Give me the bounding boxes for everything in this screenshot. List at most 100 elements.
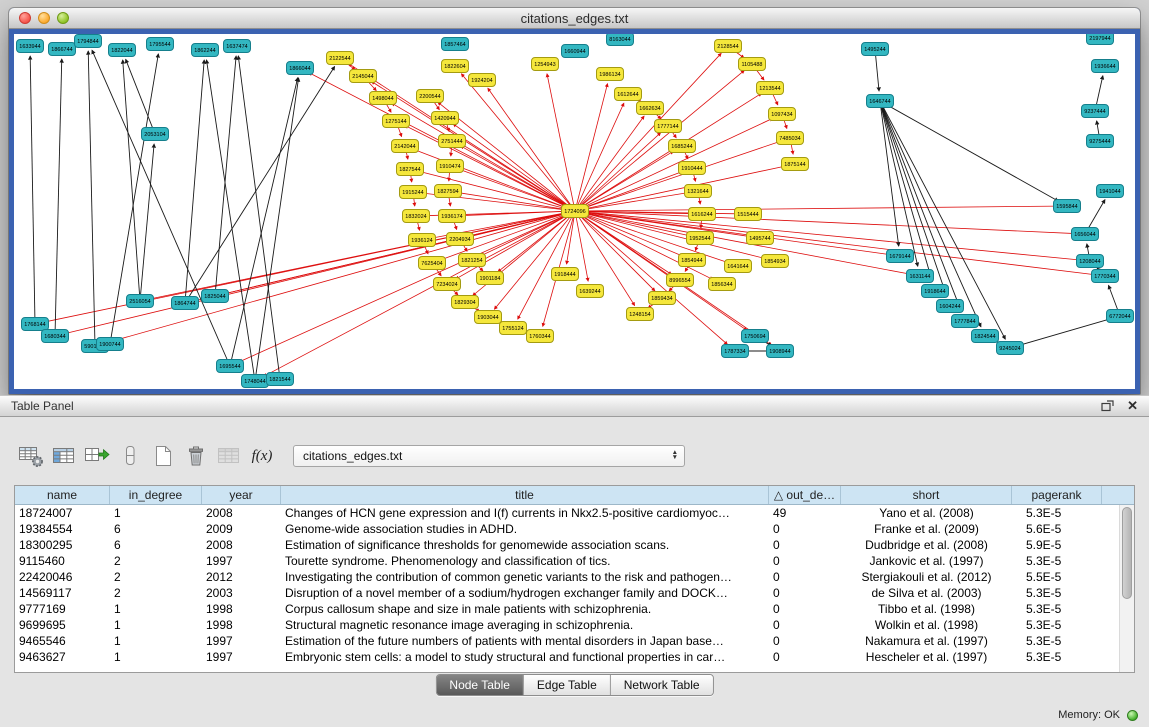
graph-node[interactable]: 1854934 — [762, 255, 789, 268]
graph-node[interactable]: 1680344 — [42, 330, 69, 343]
graph-node[interactable]: 1770344 — [1092, 270, 1119, 283]
graph-node[interactable]: 1795544 — [147, 38, 174, 51]
scrollbar-thumb[interactable] — [1122, 507, 1132, 599]
graph-node[interactable]: 1254943 — [532, 58, 559, 71]
table-row[interactable]: 946554611997Estimation of the future num… — [15, 633, 1134, 649]
table-row[interactable]: 1872400712008Changes of HCN gene express… — [15, 505, 1134, 521]
zoom-window-button[interactable] — [57, 12, 69, 24]
graph-node[interactable]: 7485034 — [777, 132, 804, 145]
graph-node[interactable]: 1515444 — [735, 208, 762, 221]
tab-edge-table[interactable]: Edge Table — [523, 675, 610, 695]
table-row[interactable]: 2242004622012Investigating the contribut… — [15, 569, 1134, 585]
graph-node[interactable]: 1941044 — [1097, 185, 1124, 198]
graph-node[interactable]: 1864744 — [172, 297, 199, 310]
graph-node[interactable]: 1662634 — [637, 102, 664, 115]
tab-node-table[interactable]: Node Table — [436, 675, 523, 695]
tab-network-table[interactable]: Network Table — [610, 675, 713, 695]
graph-node[interactable]: 1660944 — [562, 45, 589, 58]
graph-node[interactable]: 8996554 — [667, 274, 694, 287]
graph-node[interactable]: 2053104 — [142, 128, 169, 141]
table-row[interactable]: 969969511998Structural magnetic resonanc… — [15, 617, 1134, 633]
graph-node[interactable]: 1646744 — [867, 95, 894, 108]
graph-node[interactable]: 2122544 — [327, 52, 354, 65]
graph-node[interactable]: 1866744 — [49, 43, 76, 56]
column-header-short[interactable]: short — [841, 486, 1012, 504]
graph-node[interactable]: 1604244 — [937, 300, 964, 313]
graph-node[interactable]: 1910474 — [437, 160, 464, 173]
graph-node[interactable]: 1755124 — [500, 322, 527, 335]
graph-node[interactable]: 1275144 — [383, 115, 410, 128]
graph-node[interactable]: 1918644 — [922, 285, 949, 298]
graph-node[interactable]: 1924204 — [469, 74, 496, 87]
graph-node[interactable]: 1918444 — [552, 268, 579, 281]
graph-node[interactable]: 1900744 — [97, 338, 124, 351]
graph-node[interactable]: 1825044 — [202, 290, 229, 303]
graph-node[interactable]: 1910444 — [679, 162, 706, 175]
graph-node[interactable]: 1862244 — [192, 44, 219, 57]
graph-node[interactable]: 1495244 — [862, 43, 889, 56]
table-row[interactable]: 977716911998Corpus callosum shape and si… — [15, 601, 1134, 617]
graph-node[interactable]: 1903044 — [475, 311, 502, 324]
graph-node[interactable]: 1248154 — [627, 308, 654, 321]
graph-node[interactable]: 1760344 — [527, 330, 554, 343]
add-column-icon[interactable] — [84, 443, 110, 469]
graph-node[interactable]: 1952544 — [687, 232, 714, 245]
close-panel-icon[interactable]: ✕ — [1127, 398, 1138, 414]
table-row[interactable]: 1830029562008Estimation of significance … — [15, 537, 1134, 553]
graph-node[interactable]: 2751444 — [439, 135, 466, 148]
column-header-pagerank[interactable]: pagerank — [1012, 486, 1102, 504]
graph-node[interactable]: 1637474 — [224, 40, 251, 53]
graph-node[interactable]: 1616244 — [689, 208, 716, 221]
graph-node[interactable]: 2145044 — [350, 70, 377, 83]
column-header-out_degree[interactable]: △ out_de… — [769, 486, 841, 504]
graph-node[interactable]: 1857464 — [442, 38, 469, 51]
graph-node[interactable]: 1208044 — [1077, 255, 1104, 268]
window-titlebar[interactable]: citations_edges.txt — [9, 8, 1140, 29]
citation-network-graph[interactable]: 1724096212254421450441498044127514421420… — [14, 34, 1135, 389]
network-canvas[interactable]: 1724096212254421450441498044127514421420… — [14, 34, 1135, 389]
table-mode-icon[interactable] — [117, 443, 143, 469]
column-header-year[interactable]: year — [202, 486, 281, 504]
table-vertical-scrollbar[interactable] — [1119, 505, 1134, 672]
graph-node[interactable]: 8163044 — [607, 34, 634, 46]
graph-node[interactable]: 2200544 — [417, 90, 444, 103]
graph-node[interactable]: 7625404 — [419, 257, 446, 270]
graph-node[interactable]: 1105488 — [739, 58, 766, 71]
minimize-window-button[interactable] — [38, 12, 50, 24]
graph-node[interactable]: 2516054 — [127, 295, 154, 308]
graph-node[interactable]: 1827594 — [435, 185, 462, 198]
graph-node[interactable]: 1794844 — [75, 35, 102, 48]
close-window-button[interactable] — [19, 12, 31, 24]
graph-node[interactable]: 1777144 — [655, 120, 682, 133]
graph-node[interactable]: 2197944 — [1087, 34, 1114, 45]
graph-node[interactable]: 1656044 — [1072, 228, 1099, 241]
graph-node[interactable]: 1498044 — [370, 92, 397, 105]
column-header-name[interactable]: name — [15, 486, 110, 504]
graph-node[interactable]: 1612644 — [615, 88, 642, 101]
graph-node[interactable]: 2128544 — [715, 40, 742, 53]
graph-node[interactable]: 1986134 — [597, 68, 624, 81]
graph-node[interactable]: 1915244 — [400, 186, 427, 199]
table-row[interactable]: 946362711997Embryonic stem cells: a mode… — [15, 649, 1134, 665]
table-row[interactable]: 1938455462009Genome-wide association stu… — [15, 521, 1134, 537]
graph-node[interactable]: 9275444 — [1087, 135, 1114, 148]
memory-status-indicator[interactable] — [1127, 710, 1138, 721]
function-builder-icon[interactable]: f(x) — [249, 443, 275, 469]
graph-node[interactable]: 1824544 — [972, 330, 999, 343]
table-options-icon[interactable] — [18, 443, 44, 469]
graph-node[interactable]: 9237444 — [1082, 105, 1109, 118]
table-row[interactable]: 1456911722003Disruption of a novel membe… — [15, 585, 1134, 601]
graph-node[interactable]: 1856344 — [709, 278, 736, 291]
graph-node[interactable]: 1827544 — [397, 163, 424, 176]
graph-node[interactable]: 1420944 — [432, 112, 459, 125]
graph-node[interactable]: 1936124 — [409, 234, 436, 247]
graph-node[interactable]: 1787334 — [722, 345, 749, 358]
graph-node[interactable]: 1859434 — [649, 292, 676, 305]
graph-node[interactable]: 9245024 — [997, 342, 1024, 355]
graph-node[interactable]: 1495744 — [747, 232, 774, 245]
show-columns-icon[interactable] — [51, 443, 77, 469]
graph-node[interactable]: 1321644 — [685, 185, 712, 198]
graph-node[interactable]: 1854944 — [679, 254, 706, 267]
graph-node[interactable]: 1097434 — [769, 108, 796, 121]
graph-node[interactable]: 1641644 — [725, 260, 752, 273]
